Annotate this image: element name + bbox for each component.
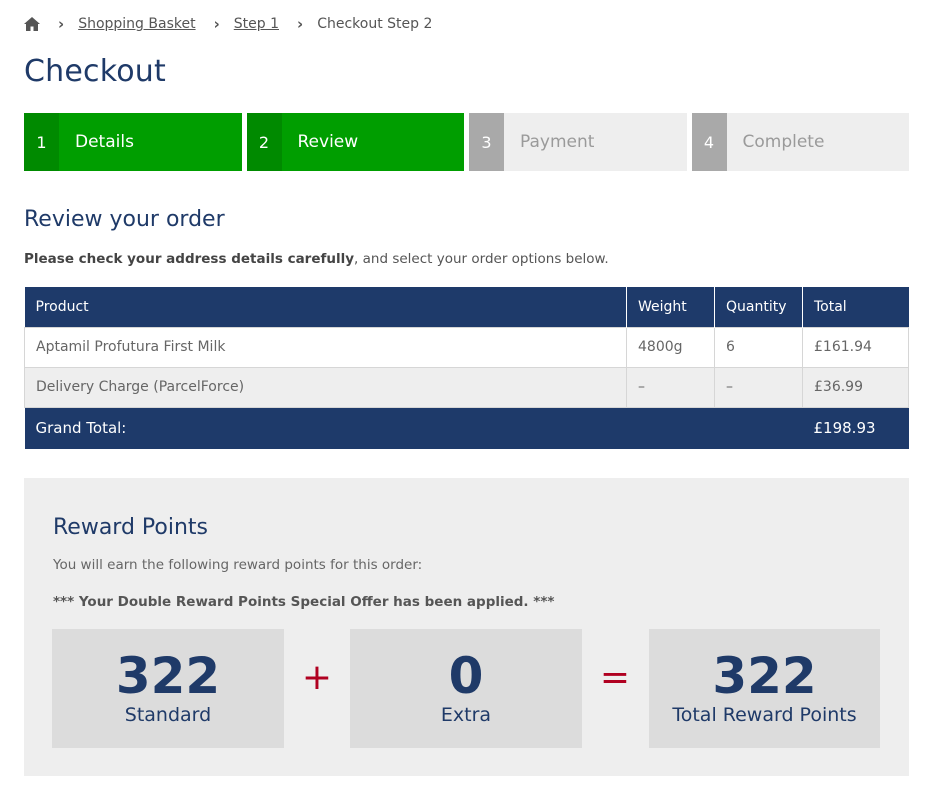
- reward-title: Reward Points: [53, 515, 209, 540]
- standard-points-box: 322 Standard: [52, 629, 284, 748]
- step-number: 2: [246, 113, 282, 171]
- reward-points-panel: Reward Points You will earn the followin…: [24, 478, 909, 776]
- cell-weight: –: [626, 366, 715, 408]
- step-review: 2 Review: [246, 113, 464, 171]
- breadcrumb-link-shopping-basket[interactable]: Shopping Basket: [78, 16, 195, 32]
- extra-points-box: 0 Extra: [350, 629, 582, 748]
- breadcrumb-current: Checkout Step 2: [317, 16, 433, 32]
- breadcrumb: › Shopping Basket › Step 1 › Checkout St…: [24, 14, 432, 34]
- order-table: Product Weight Quantity Total Aptamil Pr…: [24, 287, 909, 449]
- table-header-row: Product Weight Quantity Total: [24, 287, 909, 327]
- total-points-label: Total Reward Points: [672, 704, 857, 726]
- reward-text: You will earn the following reward point…: [53, 557, 423, 573]
- cell-weight: 4800g: [626, 326, 715, 368]
- review-intro-bold: Please check your address details carefu…: [24, 251, 355, 267]
- grand-total-value: £198.93: [802, 407, 909, 449]
- header-product: Product: [24, 287, 627, 327]
- total-points-value: 322: [712, 647, 817, 705]
- cell-total: £161.94: [802, 326, 909, 368]
- cell-product: Aptamil Profutura First Milk: [24, 326, 627, 368]
- header-quantity: Quantity: [714, 287, 803, 327]
- chevron-right-icon: ›: [213, 15, 220, 33]
- cell-quantity: 6: [714, 326, 803, 368]
- chevron-right-icon: ›: [297, 15, 304, 33]
- step-label: Details: [59, 113, 242, 171]
- table-row: Aptamil Profutura First Milk 4800g 6 £16…: [24, 326, 909, 368]
- step-number: 3: [469, 113, 504, 171]
- plus-sign: +: [301, 657, 333, 698]
- review-intro: Please check your address details carefu…: [24, 251, 609, 267]
- checkout-steps: 1 Details 2 Review 3 Payment 4 Complete: [24, 113, 909, 171]
- page-title: Checkout: [24, 54, 166, 89]
- step-label: Review: [281, 113, 464, 171]
- cell-total: £36.99: [802, 366, 909, 408]
- review-title: Review your order: [24, 207, 225, 232]
- step-label: Complete: [726, 113, 909, 171]
- breadcrumb-link-step-1[interactable]: Step 1: [234, 16, 279, 32]
- equals-sign: =: [599, 657, 631, 698]
- step-label: Payment: [504, 113, 687, 171]
- home-icon[interactable]: [24, 17, 40, 31]
- cell-quantity: –: [714, 366, 803, 408]
- header-total: Total: [802, 287, 909, 327]
- total-points-box: 322 Total Reward Points: [649, 629, 880, 748]
- standard-points-label: Standard: [124, 704, 212, 726]
- step-payment: 3 Payment: [469, 113, 687, 171]
- step-number: 1: [24, 113, 59, 171]
- table-row: Delivery Charge (ParcelForce) – – £36.99: [24, 366, 909, 408]
- step-complete: 4 Complete: [691, 113, 909, 171]
- review-intro-rest: , and select your order options below.: [354, 251, 609, 267]
- cell-product: Delivery Charge (ParcelForce): [24, 366, 627, 408]
- chevron-right-icon: ›: [58, 15, 65, 33]
- header-weight: Weight: [626, 287, 715, 327]
- reward-offer: *** Your Double Reward Points Special Of…: [53, 594, 555, 610]
- grand-total-label: Grand Total:: [24, 407, 803, 449]
- extra-points-label: Extra: [440, 704, 492, 726]
- extra-points-value: 0: [448, 647, 484, 705]
- grand-total-row: Grand Total: £198.93: [24, 407, 909, 449]
- step-number: 4: [691, 113, 727, 171]
- standard-points-value: 322: [115, 647, 221, 705]
- step-details[interactable]: 1 Details: [24, 113, 242, 171]
